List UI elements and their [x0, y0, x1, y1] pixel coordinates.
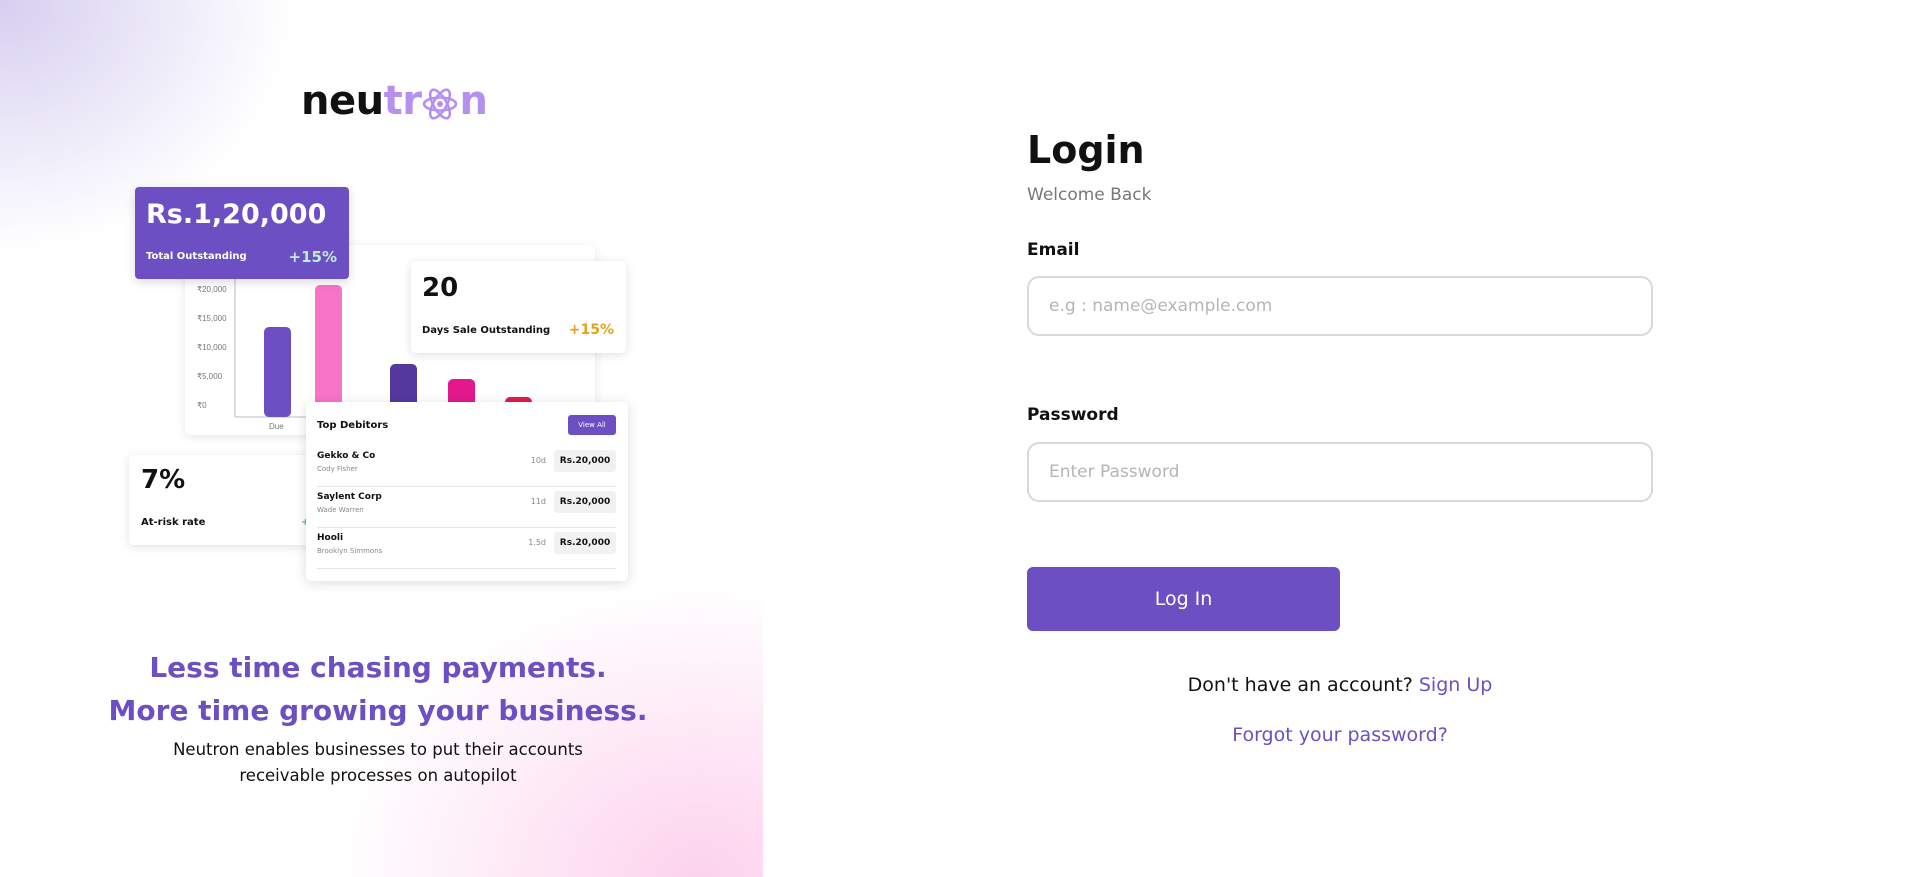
debtor-amount: Rs.20,000	[554, 532, 616, 554]
debtor-contact: Brooklyn Simmons	[317, 547, 383, 555]
logo-text-start: neu	[301, 78, 384, 124]
x-tick-label: Due	[269, 422, 284, 431]
risk-value: 7%	[141, 465, 186, 495]
page-title: Login	[1027, 128, 1145, 172]
signup-prompt: Don't have an account? Sign Up	[1027, 674, 1653, 696]
chart-bar	[264, 327, 291, 417]
marketing-subtext: Neutron enables businesses to put their …	[173, 740, 583, 785]
debtor-row: Saylent Corp Wade Warren 11d Rs.20,000	[317, 487, 616, 528]
marketing-headline: More time growing your business.	[108, 694, 648, 727]
signup-link[interactable]: Sign Up	[1419, 674, 1492, 696]
view-all-button: View All	[568, 415, 616, 435]
password-label: Password	[1027, 405, 1119, 425]
risk-label: At-risk rate	[141, 517, 206, 528]
dso-value: 20	[422, 273, 459, 303]
debtor-row: Hooli Brooklyn Simmons 1.5d Rs.20,000	[317, 528, 616, 569]
email-label: Email	[1027, 240, 1080, 260]
debtor-name: Saylent Corp	[317, 492, 382, 502]
logo-text-middle: tr	[383, 78, 422, 124]
dso-card: 20 Days Sale Outstanding +15%	[411, 261, 626, 353]
tick-label: ₹15,000	[197, 314, 227, 323]
chart-bar	[315, 285, 342, 417]
forgot-password-link[interactable]: Forgot your password?	[1027, 724, 1653, 746]
atom-icon	[422, 86, 458, 122]
page-subtitle: Welcome Back	[1027, 185, 1152, 205]
debtor-days: 10d	[530, 456, 546, 465]
brand-logo: neu tr n	[301, 78, 488, 124]
debtor-name: Gekko & Co	[317, 451, 376, 461]
email-field[interactable]	[1027, 276, 1653, 336]
login-button[interactable]: Log In	[1027, 567, 1340, 631]
debtor-name: Hooli	[317, 533, 344, 543]
dso-change: +15%	[568, 322, 614, 338]
debtor-days: 1.5d	[528, 538, 546, 547]
marketing-panel: neu tr n ₹20,000 ₹15,000 ₹10,000 ₹5,000 ₹…	[0, 0, 763, 877]
marketing-headline: Less time chasing payments.	[149, 651, 607, 684]
logo-text-end: n	[459, 78, 488, 124]
debtors-title: Top Debitors	[317, 420, 389, 431]
outstanding-label: Total Outstanding	[146, 251, 247, 262]
at-risk-card: 7% At-risk rate +	[129, 455, 319, 545]
debtor-days: 11d	[530, 497, 546, 506]
top-debtors-card: Top Debitors View All Gekko & Co Cody Fi…	[306, 402, 628, 581]
outstanding-change: +15%	[288, 248, 337, 266]
total-outstanding-card: Rs.1,20,000 Total Outstanding +15%	[135, 187, 349, 279]
debtor-row: Gekko & Co Cody Fisher 10d Rs.20,000	[317, 446, 616, 487]
tick-label: ₹0	[197, 401, 207, 410]
tick-label: ₹20,000	[197, 285, 227, 294]
tick-label: ₹10,000	[197, 343, 227, 352]
debtor-contact: Wade Warren	[317, 506, 364, 514]
outstanding-amount: Rs.1,20,000	[146, 199, 327, 230]
debtor-amount: Rs.20,000	[554, 491, 616, 513]
tick-label: ₹5,000	[197, 372, 223, 381]
dso-label: Days Sale Outstanding	[422, 325, 551, 336]
signup-prompt-text: Don't have an account?	[1187, 674, 1413, 696]
debtor-contact: Cody Fisher	[317, 465, 358, 473]
debtor-amount: Rs.20,000	[554, 450, 616, 472]
password-field[interactable]	[1027, 442, 1653, 502]
